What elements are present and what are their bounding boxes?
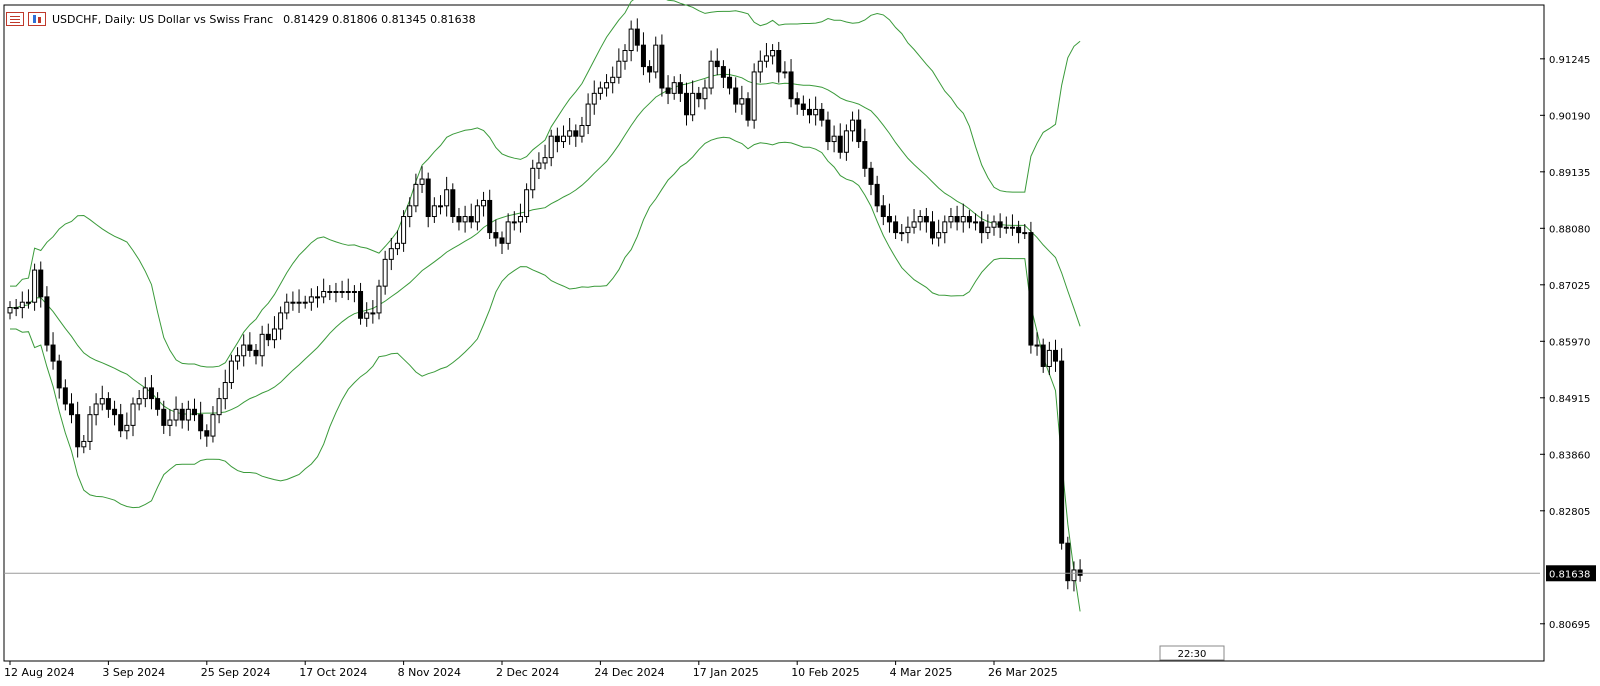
- price-axis: 0.91245 0.90190 0.89135 0.88080 0.87025 0.859…: [1540, 55, 1596, 631]
- time-axis: 12 Aug 2024 3 Sep 2024 25 Sep 2024 17 Oct 2…: [4, 661, 1058, 679]
- chart-icon[interactable]: [28, 12, 46, 26]
- list-icon[interactable]: [6, 12, 24, 26]
- y-tick-label: 0.91245: [1549, 55, 1590, 66]
- chart-window[interactable]: 0.91245 0.90190 0.89135 0.88080 0.87025 0.859…: [0, 0, 1600, 682]
- time-box: 22:30: [1159, 645, 1225, 661]
- x-tick-label: 4 Mar 2025: [890, 666, 953, 679]
- price-chart[interactable]: 0.91245 0.90190 0.89135 0.88080 0.87025 0.859…: [0, 0, 1600, 682]
- y-tick-label: 0.84915: [1549, 394, 1590, 405]
- x-tick-label: 24 Dec 2024: [594, 666, 664, 679]
- y-tick-label: 0.83860: [1549, 450, 1590, 461]
- x-tick-label: 25 Sep 2024: [201, 666, 271, 679]
- symbol-label: USDCHF, Daily: US Dollar vs Swiss Franc: [52, 12, 274, 26]
- plot-frame: [3, 4, 1545, 662]
- candle: [751, 63, 757, 129]
- y-tick-label: 0.82805: [1549, 507, 1590, 518]
- last-price-label: 0.81638: [1549, 569, 1590, 580]
- x-tick-label: 26 Mar 2025: [988, 666, 1058, 679]
- x-tick-label: 3 Sep 2024: [102, 666, 165, 679]
- candle: [524, 183, 530, 223]
- candle: [1028, 221, 1034, 354]
- x-tick-label: 2 Dec 2024: [496, 666, 559, 679]
- candle: [1059, 348, 1065, 550]
- y-tick-label: 0.88080: [1549, 224, 1590, 235]
- x-tick-label: 8 Nov 2024: [398, 666, 461, 679]
- y-tick-label: 0.80695: [1549, 620, 1590, 631]
- candle: [376, 279, 382, 320]
- y-tick-label: 0.87025: [1549, 281, 1590, 292]
- x-tick-label: 17 Jan 2025: [693, 666, 759, 679]
- y-tick-label: 0.85970: [1549, 337, 1590, 348]
- ohlc-values: 0.81429 0.81806 0.81345 0.81638: [283, 12, 476, 26]
- time-box-label: 22:30: [1178, 649, 1207, 660]
- y-tick-label: 0.90190: [1549, 111, 1590, 122]
- x-tick-label: 10 Feb 2025: [791, 666, 859, 679]
- chart-header: USDCHF, Daily: US Dollar vs Swiss Franc …: [6, 10, 476, 28]
- y-tick-label: 0.89135: [1549, 168, 1590, 179]
- candle: [450, 183, 456, 223]
- x-tick-label: 12 Aug 2024: [4, 666, 74, 679]
- x-tick-label: 17 Oct 2024: [299, 666, 367, 679]
